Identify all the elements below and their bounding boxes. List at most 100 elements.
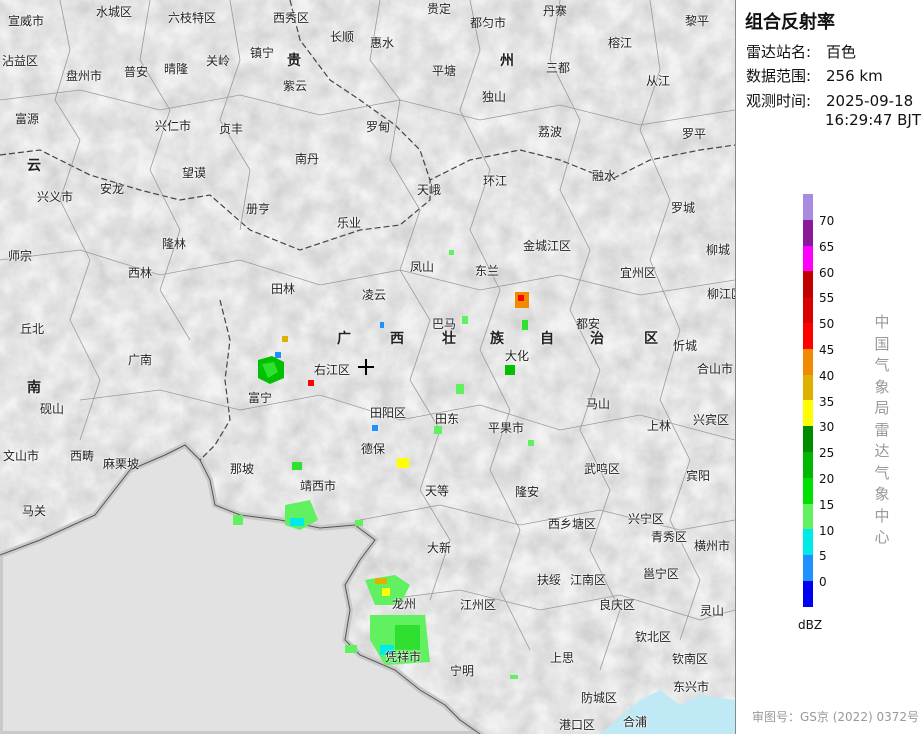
place-label: 合浦 <box>623 715 648 729</box>
color-scale-tick: 65 <box>819 239 835 254</box>
place-label: 江州区 <box>460 598 497 612</box>
place-label: 师宗 <box>8 249 33 263</box>
color-scale-swatch <box>803 194 813 220</box>
station-row: 雷达站名: 百色 <box>746 42 856 62</box>
place-label: 田林 <box>271 282 296 296</box>
place-label: 西畴 <box>70 449 95 463</box>
place-label: 六枝特区 <box>168 11 217 25</box>
color-scale-swatch <box>803 374 813 401</box>
place-label: 镇宁 <box>250 46 275 60</box>
color-scale-tick: 0 <box>819 575 827 590</box>
place-label: 乐业 <box>337 216 362 230</box>
place-label: 隆安 <box>515 485 540 499</box>
echo-cell <box>462 316 468 324</box>
place-label: 良庆区 <box>599 598 636 612</box>
place-label: 靖西市 <box>300 479 337 493</box>
time-row: 观测时间: 2025-09-18 <box>746 91 913 111</box>
echo-cell <box>449 250 454 255</box>
place-label: 扶绥 <box>537 573 562 587</box>
place-label: 富宁 <box>248 391 273 405</box>
color-scale-swatch <box>803 348 813 375</box>
place-label: 江南区 <box>570 573 607 587</box>
place-label: 西乡塘区 <box>548 517 597 531</box>
place-label: 黎平 <box>685 14 710 28</box>
place-label: 南丹 <box>295 152 320 166</box>
province-label: 壮 <box>442 331 456 347</box>
place-label: 横州市 <box>694 539 731 553</box>
place-label: 平塘 <box>432 64 457 78</box>
color-scale-swatch <box>803 322 813 349</box>
color-scale-swatch <box>803 426 813 452</box>
place-label: 丹寨 <box>543 4 568 18</box>
color-scale-swatch <box>803 400 813 427</box>
echo-cell <box>395 625 420 650</box>
place-label: 田阳区 <box>370 406 407 420</box>
place-label: 盘州市 <box>66 69 103 83</box>
place-label: 兴宁区 <box>628 512 665 526</box>
place-label: 东兴市 <box>673 680 710 694</box>
place-label: 港口区 <box>559 718 596 732</box>
place-label: 防城区 <box>581 691 618 705</box>
echo-cell <box>275 352 281 358</box>
place-label: 兴义市 <box>37 190 74 204</box>
place-label: 凭祥市 <box>385 650 422 664</box>
place-label: 马山 <box>586 397 611 411</box>
place-label: 贵定 <box>427 2 452 16</box>
place-label: 宜州区 <box>620 266 657 280</box>
place-label: 隆林 <box>162 237 187 251</box>
color-scale-swatch <box>803 297 813 323</box>
terrain-layer <box>0 0 735 734</box>
place-label: 富源 <box>15 112 40 126</box>
echo-cell <box>372 425 378 431</box>
color-scale-tick: 60 <box>819 265 835 280</box>
place-label: 榕江 <box>608 36 633 50</box>
place-label: 麻栗坡 <box>103 457 140 471</box>
color-scale-tick: 25 <box>819 446 835 461</box>
province-label: 云 <box>27 158 41 174</box>
radar-map[interactable]: 宣威市 水城区 六枝特区 西秀区 贵定 都匀市 丹寨 黎平 沾益区 盘州市 普安 晴隆 关岭 镇宁 长顺 惠水… <box>0 0 735 734</box>
echo-cell <box>518 295 524 301</box>
color-scale-swatch <box>803 245 813 272</box>
place-label: 凌云 <box>362 288 387 302</box>
echo-cell <box>345 645 357 653</box>
place-label: 德保 <box>361 442 386 456</box>
place-label: 天等 <box>425 484 450 498</box>
place-label: 钦北区 <box>635 630 672 644</box>
place-label: 宾阳 <box>686 469 711 483</box>
color-scale-tick: 45 <box>819 343 835 357</box>
province-label: 州 <box>500 53 514 69</box>
time-value: 2025-09-18 <box>826 92 914 110</box>
color-scale-tick: 70 <box>819 214 835 228</box>
station-label: 雷达站名: <box>746 43 812 61</box>
place-label: 西林 <box>128 266 153 280</box>
province-label: 族 <box>490 331 504 347</box>
place-label: 平果市 <box>488 421 525 435</box>
color-scale-swatch <box>803 529 813 556</box>
place-label: 大化 <box>505 349 530 363</box>
echo-cell <box>308 380 314 386</box>
place-label: 紫云 <box>283 79 308 93</box>
echo-cell <box>380 322 384 328</box>
place-label: 大新 <box>427 541 452 555</box>
echo-cell <box>456 384 464 394</box>
echo-cell <box>292 462 302 470</box>
echo-cell <box>510 675 518 679</box>
place-label: 兴宾区 <box>693 413 730 427</box>
agency-label: 中国气象局雷达气象中心 <box>874 313 890 546</box>
review-number: 审图号：GS京 (2022) 0372号 <box>752 710 919 724</box>
place-label: 丘北 <box>20 322 45 336</box>
color-scale-tick: 20 <box>819 472 835 486</box>
province-label: 治 <box>590 331 604 347</box>
unit-label: dBZ <box>798 618 823 632</box>
place-label: 右江区 <box>314 363 351 377</box>
echo-cell <box>355 520 363 526</box>
place-label: 东兰 <box>475 264 500 278</box>
place-label: 兴仁市 <box>155 119 192 133</box>
place-label: 合山市 <box>697 362 734 376</box>
echo-cell <box>282 336 288 342</box>
color-scale-swatch <box>803 271 813 298</box>
place-label: 马关 <box>22 504 47 518</box>
place-label: 青秀区 <box>651 530 688 544</box>
province-label: 西 <box>390 331 404 347</box>
place-label: 广南 <box>128 353 153 367</box>
